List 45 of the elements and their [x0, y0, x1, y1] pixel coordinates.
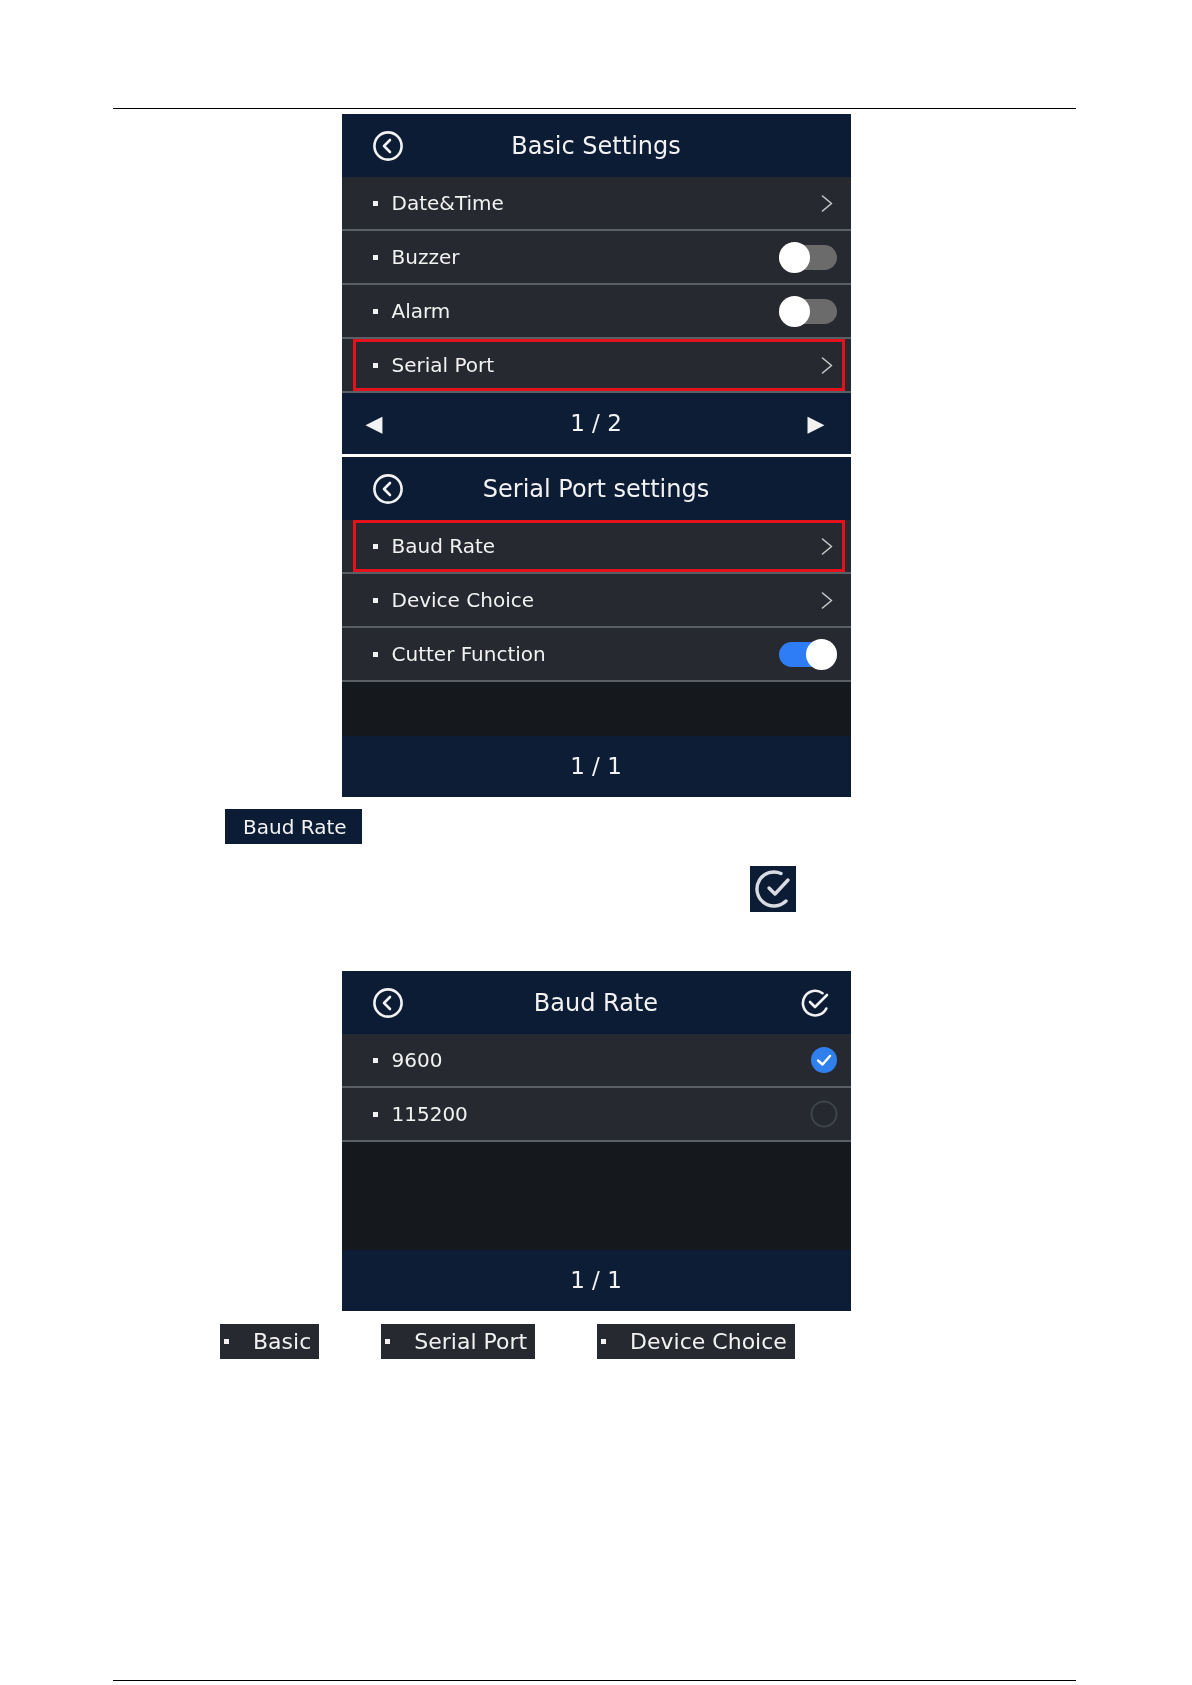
toggle-switch[interactable] [778, 295, 837, 327]
page-indicator: 1 / 1 [569, 1266, 623, 1296]
option-item[interactable]: 115200 [341, 1088, 851, 1142]
menu-item[interactable]: Baud Rate [341, 520, 851, 574]
confirm-icon[interactable] [800, 988, 829, 1017]
bullet-icon [372, 200, 378, 206]
bullet-icon [601, 1339, 607, 1344]
screen-title: Baud Rate [532, 987, 660, 1019]
chevron-right-icon [820, 194, 833, 212]
chip-label: Basic [253, 1328, 312, 1356]
bullet-icon [372, 651, 378, 657]
screen-title: Serial Port settings [481, 473, 711, 505]
chip-label: Serial Port [414, 1328, 528, 1356]
page-indicator: 1 / 2 [569, 409, 623, 439]
bullet-icon [385, 1339, 391, 1344]
next-page-button[interactable]: ▶ [807, 412, 825, 435]
chevron-right-icon [820, 356, 833, 374]
back-icon[interactable] [372, 473, 403, 504]
page-indicator: 1 / 1 [569, 752, 623, 782]
screen-title: Basic Settings [510, 130, 682, 162]
bullet-icon [372, 254, 378, 260]
menu-item[interactable]: Date&Time [341, 177, 851, 231]
previous-page-button[interactable]: ◀ [365, 412, 383, 435]
setting-label: Buzzer [391, 244, 460, 271]
menu-item[interactable]: Device Choice [341, 574, 851, 628]
bullet-icon [372, 308, 378, 314]
setting-label: Alarm [391, 298, 451, 325]
bullet-icon [372, 1057, 378, 1063]
bullet-icon [224, 1339, 229, 1344]
confirm-icon [750, 866, 796, 912]
toggle-switch[interactable] [778, 241, 837, 273]
setting-label: Cutter Function [391, 641, 546, 668]
bullet-icon [372, 597, 378, 603]
chevron-right-icon [820, 537, 833, 555]
chip-label: Device Choice [630, 1328, 787, 1356]
bullet-icon [372, 543, 378, 549]
menu-item[interactable]: Serial Port [341, 339, 851, 393]
back-icon[interactable] [372, 130, 403, 161]
back-icon[interactable] [372, 987, 403, 1018]
bullet-icon [372, 1111, 378, 1117]
bullet-icon [372, 362, 378, 368]
toggle-switch[interactable] [778, 638, 837, 670]
title-chip: Baud Rate [225, 809, 362, 844]
option-item[interactable]: 9600 [341, 1034, 851, 1088]
chevron-right-icon [820, 591, 833, 609]
